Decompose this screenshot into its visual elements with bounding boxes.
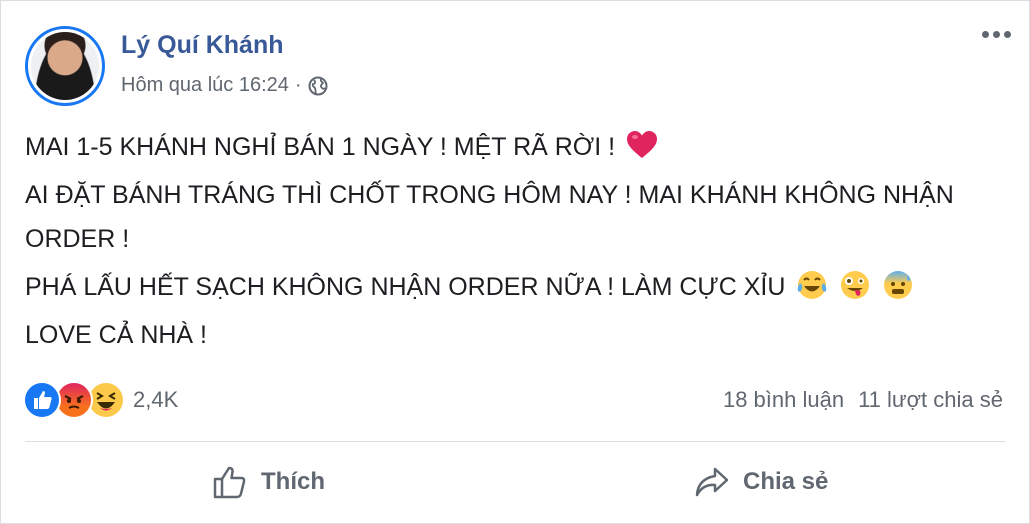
more-options-icon[interactable] bbox=[982, 31, 1011, 38]
post-card: Lý Quí Khánh Hôm qua lúc 16:24 · MAI 1-5… bbox=[0, 0, 1030, 524]
reaction-summary[interactable]: 2,4K bbox=[23, 381, 178, 419]
post-line-text: AI ĐẶT BÁNH TRÁNG THÌ CHỐT TRONG HÔM NAY… bbox=[25, 181, 954, 253]
engagement-stats: 18 bình luận 11 lượt chia sẻ bbox=[723, 387, 1003, 413]
red-heart-icon bbox=[627, 131, 658, 158]
divider bbox=[25, 441, 1005, 442]
share-count[interactable]: 11 lượt chia sẻ bbox=[858, 387, 1003, 413]
reaction-count[interactable]: 2,4K bbox=[133, 387, 178, 413]
zany-face-icon bbox=[841, 271, 870, 299]
like-label: Thích bbox=[261, 468, 325, 495]
comment-count[interactable]: 18 bình luận bbox=[723, 387, 844, 413]
avatar[interactable] bbox=[25, 26, 105, 106]
post-body: MAI 1-5 KHÁNH NGHỈ BÁN 1 NGÀY ! MỆT RÃ R… bbox=[25, 125, 1005, 357]
share-button[interactable]: Chia sẻ bbox=[693, 463, 828, 501]
post-line: PHÁ LẤU HẾT SẠCH KHÔNG NHẬN ORDER NỮA ! … bbox=[25, 265, 1005, 309]
like-icon bbox=[23, 381, 61, 419]
post-line: LOVE CẢ NHÀ ! bbox=[25, 313, 1005, 357]
post-line-text: MAI 1-5 KHÁNH NGHỈ BÁN 1 NGÀY ! MỆT RÃ R… bbox=[25, 133, 616, 161]
share-label: Chia sẻ bbox=[743, 468, 829, 495]
post-line: MAI 1-5 KHÁNH NGHỈ BÁN 1 NGÀY ! MỆT RÃ R… bbox=[25, 125, 1005, 169]
avatar-photo bbox=[31, 32, 99, 100]
post-line-text: LOVE CẢ NHÀ ! bbox=[25, 321, 207, 349]
like-button[interactable]: Thích bbox=[211, 463, 325, 501]
thumbs-up-icon bbox=[213, 466, 246, 499]
tears-of-joy-icon bbox=[798, 271, 827, 299]
share-arrow-icon bbox=[695, 467, 729, 497]
anxious-sweat-icon bbox=[884, 271, 913, 299]
author-name[interactable]: Lý Quí Khánh bbox=[121, 31, 284, 60]
post-meta: Hôm qua lúc 16:24 · bbox=[121, 74, 328, 97]
post-line: AI ĐẶT BÁNH TRÁNG THÌ CHỐT TRONG HÔM NAY… bbox=[25, 173, 1005, 261]
post-timestamp[interactable]: Hôm qua lúc 16:24 bbox=[121, 74, 289, 97]
globe-icon[interactable] bbox=[308, 76, 328, 96]
post-line-text: PHÁ LẤU HẾT SẠCH KHÔNG NHẬN ORDER NỮA ! … bbox=[25, 273, 786, 301]
meta-separator: · bbox=[294, 74, 302, 96]
